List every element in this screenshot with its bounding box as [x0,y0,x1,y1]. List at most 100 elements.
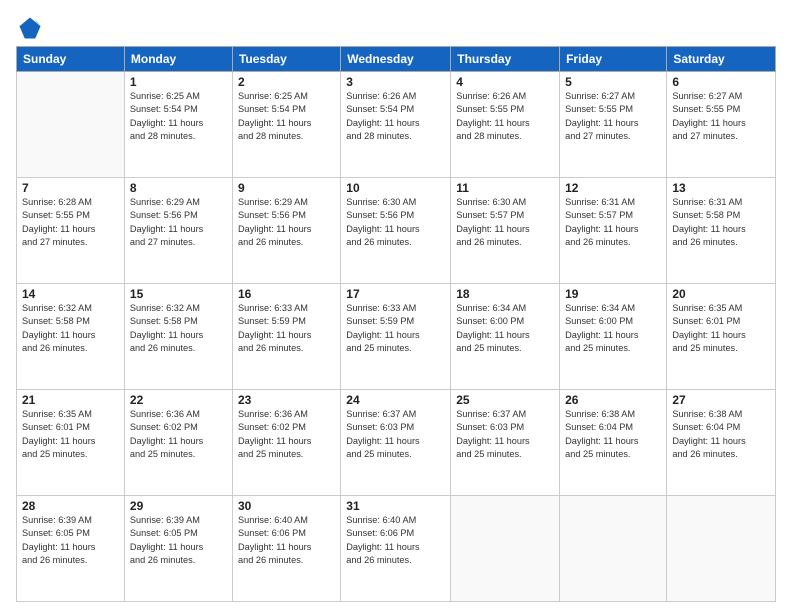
sunrise-text: Sunrise: 6:31 AM [672,197,742,207]
day-info: Sunrise: 6:31 AMSunset: 5:57 PMDaylight:… [565,196,661,249]
day-number: 15 [130,287,227,301]
calendar-cell: 3Sunrise: 6:26 AMSunset: 5:54 PMDaylight… [341,72,451,178]
calendar-cell: 24Sunrise: 6:37 AMSunset: 6:03 PMDayligh… [341,390,451,496]
calendar-cell: 1Sunrise: 6:25 AMSunset: 5:54 PMDaylight… [124,72,232,178]
sunset-text: Sunset: 5:56 PM [346,210,414,220]
day-info: Sunrise: 6:40 AMSunset: 6:06 PMDaylight:… [238,514,335,567]
daylight-text-cont: and 28 minutes. [130,131,195,141]
weekday-header-monday: Monday [124,47,232,72]
calendar-table: SundayMondayTuesdayWednesdayThursdayFrid… [16,46,776,602]
day-number: 20 [672,287,770,301]
daylight-text: Daylight: 11 hours [672,330,745,340]
calendar-week-1: 1Sunrise: 6:25 AMSunset: 5:54 PMDaylight… [17,72,776,178]
daylight-text: Daylight: 11 hours [22,330,95,340]
daylight-text-cont: and 26 minutes. [456,237,521,247]
sunset-text: Sunset: 6:05 PM [130,528,198,538]
sunset-text: Sunset: 5:55 PM [22,210,90,220]
day-info: Sunrise: 6:29 AMSunset: 5:56 PMDaylight:… [238,196,335,249]
day-info: Sunrise: 6:25 AMSunset: 5:54 PMDaylight:… [238,90,335,143]
daylight-text: Daylight: 11 hours [238,330,311,340]
sunset-text: Sunset: 5:59 PM [346,316,414,326]
calendar-cell: 16Sunrise: 6:33 AMSunset: 5:59 PMDayligh… [232,284,340,390]
sunrise-text: Sunrise: 6:29 AM [130,197,200,207]
sunrise-text: Sunrise: 6:27 AM [565,91,635,101]
calendar-cell: 19Sunrise: 6:34 AMSunset: 6:00 PMDayligh… [560,284,667,390]
weekday-header-row: SundayMondayTuesdayWednesdayThursdayFrid… [17,47,776,72]
day-info: Sunrise: 6:35 AMSunset: 6:01 PMDaylight:… [672,302,770,355]
calendar-cell: 20Sunrise: 6:35 AMSunset: 6:01 PMDayligh… [667,284,776,390]
day-number: 6 [672,75,770,89]
day-info: Sunrise: 6:32 AMSunset: 5:58 PMDaylight:… [22,302,119,355]
daylight-text: Daylight: 11 hours [565,118,638,128]
day-number: 29 [130,499,227,513]
calendar-cell: 28Sunrise: 6:39 AMSunset: 6:05 PMDayligh… [17,496,125,602]
calendar-cell: 11Sunrise: 6:30 AMSunset: 5:57 PMDayligh… [451,178,560,284]
day-info: Sunrise: 6:26 AMSunset: 5:54 PMDaylight:… [346,90,445,143]
day-info: Sunrise: 6:37 AMSunset: 6:03 PMDaylight:… [456,408,554,461]
daylight-text: Daylight: 11 hours [565,330,638,340]
daylight-text-cont: and 25 minutes. [565,343,630,353]
sunset-text: Sunset: 5:55 PM [672,104,740,114]
sunrise-text: Sunrise: 6:31 AM [565,197,635,207]
day-number: 22 [130,393,227,407]
day-number: 25 [456,393,554,407]
calendar-cell: 25Sunrise: 6:37 AMSunset: 6:03 PMDayligh… [451,390,560,496]
sunset-text: Sunset: 5:56 PM [130,210,198,220]
day-number: 17 [346,287,445,301]
sunset-text: Sunset: 6:02 PM [238,422,306,432]
sunrise-text: Sunrise: 6:39 AM [22,515,92,525]
calendar-cell: 17Sunrise: 6:33 AMSunset: 5:59 PMDayligh… [341,284,451,390]
day-number: 19 [565,287,661,301]
logo-icon [16,14,44,42]
sunset-text: Sunset: 6:01 PM [672,316,740,326]
calendar-cell: 6Sunrise: 6:27 AMSunset: 5:55 PMDaylight… [667,72,776,178]
sunset-text: Sunset: 6:00 PM [456,316,524,326]
sunrise-text: Sunrise: 6:25 AM [130,91,200,101]
sunset-text: Sunset: 6:05 PM [22,528,90,538]
day-info: Sunrise: 6:26 AMSunset: 5:55 PMDaylight:… [456,90,554,143]
sunrise-text: Sunrise: 6:36 AM [238,409,308,419]
calendar-week-4: 21Sunrise: 6:35 AMSunset: 6:01 PMDayligh… [17,390,776,496]
day-info: Sunrise: 6:31 AM Sunset: 5:58 PM Daylight:… [672,196,770,249]
daylight-text: Daylight: 11 hours [238,118,311,128]
day-info: Sunrise: 6:29 AM Sunset: 5:56 PM Daylight:… [130,196,227,249]
sunrise-text: Sunrise: 6:37 AM [456,409,526,419]
day-info: Sunrise: 6:36 AMSunset: 6:02 PMDaylight:… [130,408,227,461]
daylight-text: Daylight: 11 hours [346,542,419,552]
sunset-text: Sunset: 5:58 PM [672,210,740,220]
daylight-text: Daylight: 11 hours [672,224,745,234]
calendar-cell: 27Sunrise: 6:38 AMSunset: 6:04 PMDayligh… [667,390,776,496]
daylight-text-cont: and 26 minutes. [238,343,303,353]
calendar-cell: 23Sunrise: 6:36 AMSunset: 6:02 PMDayligh… [232,390,340,496]
calendar-week-2: 7Sunrise: 6:28 AMSunset: 5:55 PMDaylight… [17,178,776,284]
sunset-text: Sunset: 6:03 PM [456,422,524,432]
daylight-text: Daylight: 11 hours [238,542,311,552]
day-number: 31 [346,499,445,513]
day-number: 3 [346,75,445,89]
day-info: Sunrise: 6:30 AMSunset: 5:56 PMDaylight:… [346,196,445,249]
day-info: Sunrise: 6:34 AMSunset: 6:00 PMDaylight:… [565,302,661,355]
weekday-header-thursday: Thursday [451,47,560,72]
daylight-text: Daylight: 11 hours [346,224,419,234]
daylight-text-cont: and 26 minutes. [346,555,411,565]
daylight-text: Daylight: 11 hours [22,224,95,234]
day-number: 18 [456,287,554,301]
day-number: 23 [238,393,335,407]
day-number: 12 [565,181,661,195]
calendar-cell: 29Sunrise: 6:39 AMSunset: 6:05 PMDayligh… [124,496,232,602]
sunset-text: Sunset: 5:58 PM [22,316,90,326]
day-number: 26 [565,393,661,407]
day-number: 14 [22,287,119,301]
day-info: Sunrise: 6:39 AMSunset: 6:05 PMDaylight:… [130,514,227,567]
daylight-text: Daylight: 11 hours [130,224,203,234]
day-info: Sunrise: 6:40 AMSunset: 6:06 PMDaylight:… [346,514,445,567]
day-number: 9 [238,181,335,195]
sunrise-text: Sunrise: 6:34 AM [456,303,526,313]
sunset-text: Sunset: 5:57 PM [456,210,524,220]
sunrise-text: Sunrise: 6:40 AM [238,515,308,525]
day-number: 13 [672,181,770,195]
sunset-text: Sunset: 6:01 PM [22,422,90,432]
daylight-text-cont: and 25 minutes. [130,449,195,459]
day-number: 2 [238,75,335,89]
day-number: 8 [130,181,227,195]
